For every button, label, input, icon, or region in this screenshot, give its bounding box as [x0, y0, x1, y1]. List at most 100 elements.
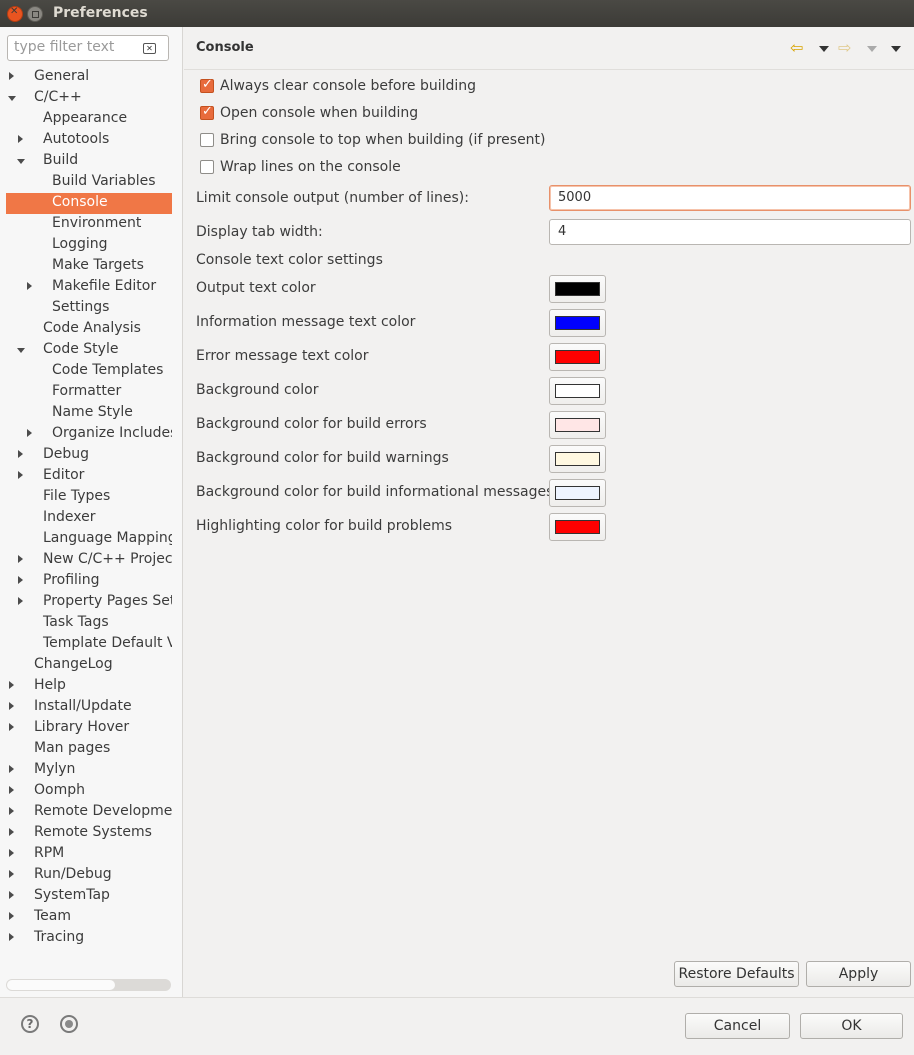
- tree-item[interactable]: Tracing: [6, 928, 172, 949]
- tree-item[interactable]: Environment: [6, 214, 172, 235]
- color-picker-button[interactable]: [549, 309, 606, 337]
- tree-item[interactable]: Settings: [6, 298, 172, 319]
- color-picker-button[interactable]: [549, 513, 606, 541]
- wrap-lines-checkbox[interactable]: [200, 160, 214, 174]
- tree-item-label: Formatter: [52, 383, 122, 399]
- maximize-window-icon[interactable]: [27, 6, 43, 22]
- collapse-arrow-icon[interactable]: [9, 786, 14, 794]
- filter-input[interactable]: [8, 36, 144, 58]
- back-arrow-icon[interactable]: ⇦: [790, 38, 803, 57]
- tree-item[interactable]: C/C++: [6, 88, 172, 109]
- tree-horizontal-scrollbar[interactable]: [6, 979, 171, 991]
- color-picker-button[interactable]: [549, 411, 606, 439]
- color-picker-button[interactable]: [549, 445, 606, 473]
- tree-item[interactable]: Remote Systems: [6, 823, 172, 844]
- help-icon[interactable]: ?: [21, 1015, 39, 1033]
- tree-item[interactable]: Debug: [6, 445, 172, 466]
- tree-item[interactable]: Code Templates: [6, 361, 172, 382]
- collapse-arrow-icon[interactable]: [9, 828, 14, 836]
- forward-history-dropdown-icon[interactable]: [867, 46, 877, 52]
- tree-item[interactable]: Make Targets: [6, 256, 172, 277]
- tree-item[interactable]: Help: [6, 676, 172, 697]
- always-clear-console-checkbox[interactable]: [200, 77, 214, 93]
- tree-item[interactable]: Task Tags: [6, 613, 172, 634]
- tree-item[interactable]: Build: [6, 151, 172, 172]
- expand-arrow-icon[interactable]: [17, 159, 25, 164]
- expand-arrow-icon[interactable]: [8, 96, 16, 101]
- collapse-arrow-icon[interactable]: [9, 765, 14, 773]
- collapse-arrow-icon[interactable]: [27, 282, 32, 290]
- tree-item-label: RPM: [34, 845, 65, 861]
- tree-item[interactable]: Language Mappings: [6, 529, 172, 550]
- limit-console-output-input[interactable]: 5000: [549, 185, 911, 211]
- color-picker-button[interactable]: [549, 343, 606, 371]
- close-window-icon[interactable]: [7, 6, 23, 22]
- tree-item[interactable]: Editor: [6, 466, 172, 487]
- tree-item[interactable]: Formatter: [6, 382, 172, 403]
- open-console-checkbox[interactable]: [200, 104, 214, 120]
- collapse-arrow-icon[interactable]: [9, 912, 14, 920]
- tree-item[interactable]: Oomph: [6, 781, 172, 802]
- tree-item[interactable]: Logging: [6, 235, 172, 256]
- tree-item[interactable]: ChangeLog: [6, 655, 172, 676]
- collapse-arrow-icon[interactable]: [9, 723, 14, 731]
- collapse-arrow-icon[interactable]: [18, 471, 23, 479]
- tree-item[interactable]: Library Hover: [6, 718, 172, 739]
- tree-item[interactable]: Team: [6, 907, 172, 928]
- tree-item[interactable]: SystemTap: [6, 886, 172, 907]
- collapse-arrow-icon[interactable]: [9, 807, 14, 815]
- tree-item[interactable]: Makefile Editor: [6, 277, 172, 298]
- tree-item[interactable]: Organize Includes: [6, 424, 172, 445]
- tree-item[interactable]: Code Style: [6, 340, 172, 361]
- collapse-arrow-icon[interactable]: [9, 891, 14, 899]
- collapse-arrow-icon[interactable]: [9, 702, 14, 710]
- collapse-arrow-icon[interactable]: [9, 72, 14, 80]
- collapse-arrow-icon[interactable]: [9, 933, 14, 941]
- tree-item[interactable]: Name Style: [6, 403, 172, 424]
- tree-item[interactable]: Console: [6, 193, 172, 214]
- scrollbar-thumb[interactable]: [7, 980, 115, 990]
- collapse-arrow-icon[interactable]: [9, 849, 14, 857]
- tree-item[interactable]: Indexer: [6, 508, 172, 529]
- collapse-arrow-icon[interactable]: [27, 429, 32, 437]
- collapse-arrow-icon[interactable]: [18, 450, 23, 458]
- collapse-arrow-icon[interactable]: [18, 597, 23, 605]
- color-picker-button[interactable]: [549, 377, 606, 405]
- tree-item[interactable]: Mylyn: [6, 760, 172, 781]
- forward-arrow-icon[interactable]: ⇨: [838, 38, 851, 57]
- display-tab-width-input[interactable]: 4: [549, 219, 911, 245]
- record-macro-icon[interactable]: [60, 1015, 78, 1033]
- collapse-arrow-icon[interactable]: [9, 681, 14, 689]
- tree-item[interactable]: Profiling: [6, 571, 172, 592]
- color-picker-button[interactable]: [549, 479, 606, 507]
- cancel-button[interactable]: Cancel: [685, 1013, 790, 1039]
- tree-item[interactable]: Code Analysis: [6, 319, 172, 340]
- tree-item[interactable]: Run/Debug: [6, 865, 172, 886]
- ok-button[interactable]: OK: [800, 1013, 903, 1039]
- tree-item[interactable]: Man pages: [6, 739, 172, 760]
- collapse-arrow-icon[interactable]: [18, 555, 23, 563]
- tree-item[interactable]: New C/C++ Project W: [6, 550, 172, 571]
- tree-item[interactable]: Property Pages Setti: [6, 592, 172, 613]
- tree-item[interactable]: File Types: [6, 487, 172, 508]
- tree-item-label: Appearance: [43, 110, 128, 126]
- tree-item[interactable]: Autotools: [6, 130, 172, 151]
- tree-item[interactable]: Build Variables: [6, 172, 172, 193]
- back-history-dropdown-icon[interactable]: [819, 46, 829, 52]
- collapse-arrow-icon[interactable]: [18, 135, 23, 143]
- clear-filter-icon[interactable]: ✕: [143, 43, 156, 54]
- tree-item[interactable]: General: [6, 67, 172, 88]
- bring-console-to-top-checkbox[interactable]: [200, 133, 214, 147]
- expand-arrow-icon[interactable]: [17, 348, 25, 353]
- tree-item[interactable]: Appearance: [6, 109, 172, 130]
- restore-defaults-button[interactable]: Restore Defaults: [674, 961, 799, 987]
- tree-item[interactable]: RPM: [6, 844, 172, 865]
- color-picker-button[interactable]: [549, 275, 606, 303]
- apply-button[interactable]: Apply: [806, 961, 911, 987]
- tree-item[interactable]: Install/Update: [6, 697, 172, 718]
- tree-item[interactable]: Template Default V: [6, 634, 172, 655]
- collapse-arrow-icon[interactable]: [18, 576, 23, 584]
- collapse-arrow-icon[interactable]: [9, 870, 14, 878]
- view-menu-icon[interactable]: [891, 46, 901, 52]
- tree-item[interactable]: Remote Development: [6, 802, 172, 823]
